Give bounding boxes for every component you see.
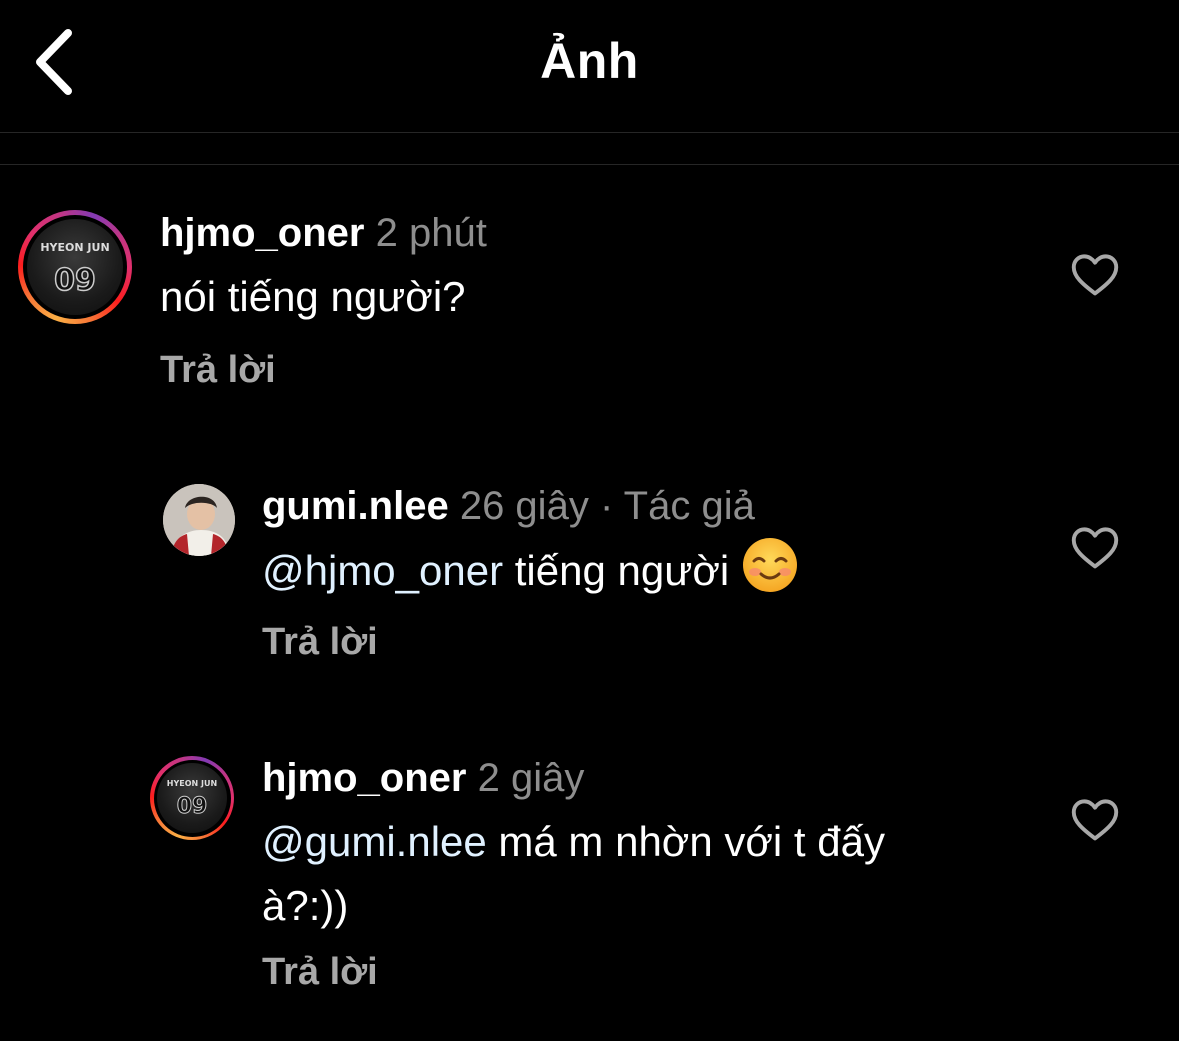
avatar[interactable] xyxy=(163,484,235,556)
avatar-image xyxy=(163,484,235,556)
reply-button[interactable]: Trả lời xyxy=(262,621,378,664)
comment-body: má m nhờn với t đấy xyxy=(486,818,885,865)
avatar[interactable]: HYEON JUN 09 xyxy=(18,210,132,324)
username[interactable]: hjmo_oner xyxy=(262,756,466,800)
comment-header: hjmo_oner 2 giây xyxy=(262,756,584,801)
like-button[interactable] xyxy=(1069,249,1121,301)
jersey-number: 09 xyxy=(53,262,96,299)
avatar[interactable]: HYEON JUN 09 xyxy=(150,756,234,840)
heart-icon xyxy=(1069,254,1121,305)
reply-button[interactable]: Trả lời xyxy=(262,951,378,994)
jersey-number: 09 xyxy=(176,794,208,820)
comment-text: @gumi.nlee má m nhờn với t đấy à?:)) xyxy=(262,810,1022,938)
username[interactable]: gumi.nlee xyxy=(262,484,449,528)
mention-link[interactable]: @gumi.nlee xyxy=(262,818,487,865)
username[interactable]: hjmo_oner xyxy=(160,211,364,255)
reply-item: HYEON JUN 09 hjmo_oner 2 giây @gumi.nlee… xyxy=(0,752,1179,1012)
reply-button[interactable]: Trả lời xyxy=(160,349,276,392)
avatar-image: HYEON JUN 09 xyxy=(27,219,123,315)
timestamp: 2 giây xyxy=(477,756,585,800)
avatar-image: HYEON JUN 09 xyxy=(157,763,227,833)
jersey-name: HYEON JUN xyxy=(166,779,218,788)
heart-icon xyxy=(1069,527,1121,578)
comments-screen: Ảnh HYEON JUN 09 hjmo_oner 2 phút nói ti… xyxy=(0,0,1179,1041)
author-badge: Tác giả xyxy=(623,484,755,528)
comment-text: nói tiếng người? xyxy=(160,273,466,320)
heart-icon xyxy=(1069,799,1121,850)
smiling-face-emoji xyxy=(741,536,799,612)
comment-text: @hjmo_oner tiếng người xyxy=(262,536,799,612)
like-button[interactable] xyxy=(1069,794,1121,846)
page-title: Ảnh xyxy=(540,33,639,89)
header-divider xyxy=(0,132,1179,133)
reply-item: gumi.nlee 26 giây · Tác giả @hjmo_oner t… xyxy=(0,480,1179,680)
comment-item: HYEON JUN 09 hjmo_oner 2 phút nói tiếng … xyxy=(0,205,1179,405)
mention-link[interactable]: @hjmo_oner xyxy=(262,547,503,594)
comment-header: gumi.nlee 26 giây · Tác giả xyxy=(262,484,755,529)
jersey-name: HYEON JUN xyxy=(40,241,110,254)
like-button[interactable] xyxy=(1069,522,1121,574)
top-bar: Ảnh xyxy=(0,0,1179,132)
timestamp: 2 phút xyxy=(375,211,487,255)
comment-header: hjmo_oner 2 phút xyxy=(160,211,487,256)
timestamp: 26 giây xyxy=(459,484,589,528)
comment-body-line2: à?:)) xyxy=(262,882,349,929)
separator: · xyxy=(599,484,614,528)
section-divider xyxy=(0,164,1179,165)
comment-body: tiếng người xyxy=(503,547,741,595)
